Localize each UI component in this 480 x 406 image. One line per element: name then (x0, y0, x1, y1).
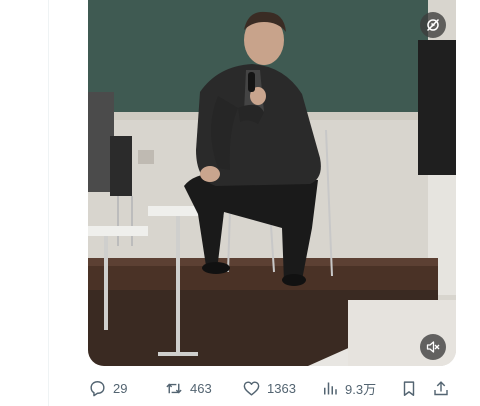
repost-count: 463 (190, 380, 212, 396)
views-button[interactable]: 9.3万 (321, 374, 376, 402)
bookmark-button[interactable] (400, 374, 418, 402)
reply-icon (90, 380, 105, 396)
reply-count: 29 (113, 380, 128, 396)
autoplay-toggle-button[interactable] (420, 12, 446, 38)
heart-icon (243, 380, 260, 396)
like-button[interactable]: 1363 (242, 374, 296, 402)
views-count: 9.3万 (345, 381, 377, 397)
views-chart-icon (324, 382, 337, 394)
video-frame (88, 0, 456, 366)
timeline-divider (48, 0, 49, 406)
post-action-bar: 29 463 1363 9.3万 (88, 374, 456, 402)
share-icon (434, 380, 448, 395)
bookmark-icon (403, 380, 415, 396)
reply-button[interactable]: 29 (88, 374, 127, 402)
mute-toggle-button[interactable] (420, 334, 446, 360)
video-player[interactable] (88, 0, 456, 366)
repost-button[interactable]: 463 (164, 374, 212, 402)
like-count: 1363 (267, 380, 296, 396)
muted-speaker-icon (426, 341, 440, 353)
repost-icon (166, 383, 182, 393)
share-button[interactable] (432, 374, 450, 402)
autoplay-off-icon (426, 18, 440, 32)
